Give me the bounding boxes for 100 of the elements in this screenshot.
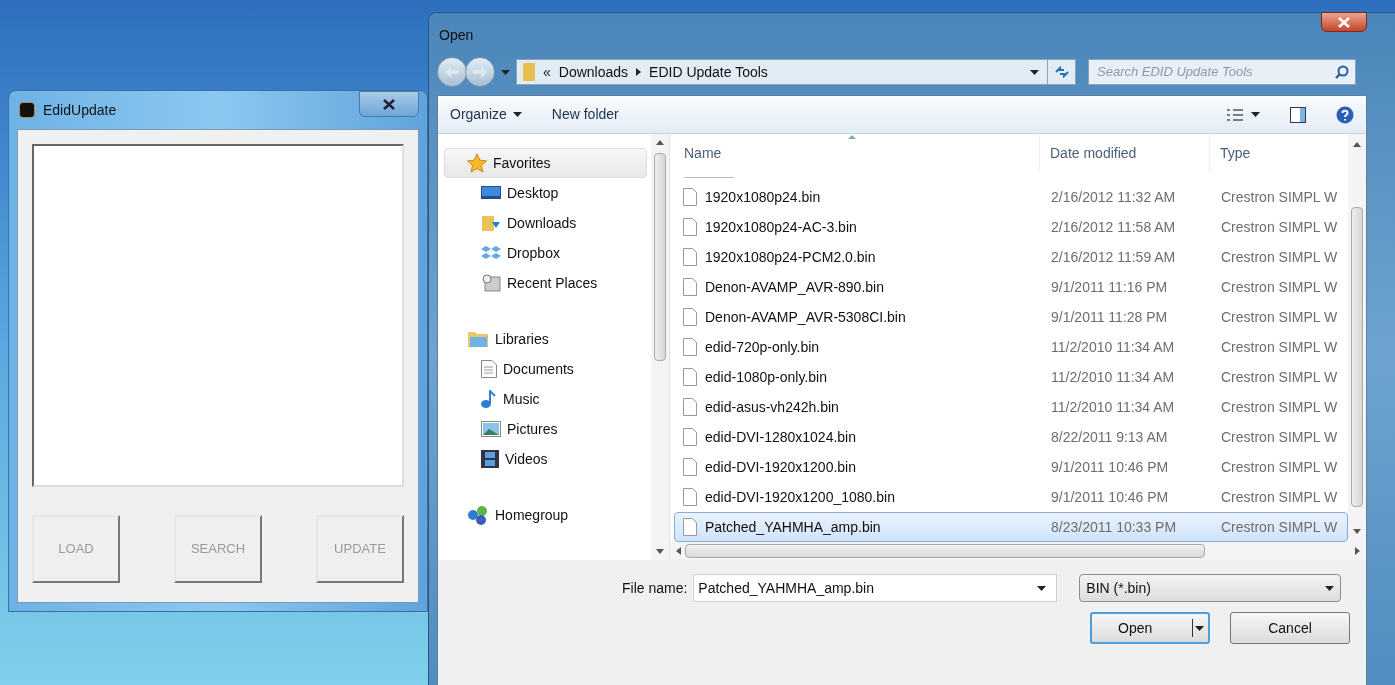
horizontal-scrollbar[interactable] <box>670 542 1366 560</box>
file-icon <box>683 368 697 386</box>
file-icon <box>683 308 697 326</box>
picture-icon <box>481 421 501 437</box>
caret-icon <box>1251 112 1260 117</box>
date-modified: 2/16/2012 11:59 AM <box>1050 247 1177 267</box>
sidebar-item[interactable]: Desktop <box>444 178 647 208</box>
forward-button[interactable] <box>465 57 495 87</box>
refresh-icon <box>1054 66 1069 78</box>
preview-pane-button[interactable] <box>1290 106 1306 123</box>
file-name-label: File name: <box>622 578 688 598</box>
document-icon <box>481 360 497 378</box>
scroll-left-icon[interactable] <box>676 547 681 555</box>
sidebar-item[interactable]: Libraries <box>444 324 647 354</box>
list-view-icon <box>1227 107 1243 122</box>
file-type: Crestron SIMPL W <box>1220 277 1338 297</box>
vertical-scrollbar[interactable] <box>1348 134 1366 542</box>
file-name: 1920x1080p24-PCM2.0.bin <box>705 247 876 267</box>
date-modified: 8/22/2011 9:13 AM <box>1050 427 1169 447</box>
sidebar-item[interactable]: Videos <box>444 444 647 474</box>
file-name: edid-asus-vh242h.bin <box>705 397 839 417</box>
column-header[interactable]: Type <box>1220 142 1251 164</box>
sidebar-item[interactable]: Recent Places <box>444 268 647 298</box>
file-type: Crestron SIMPL W <box>1220 247 1338 267</box>
file-name: edid-720p-only.bin <box>705 337 820 357</box>
file-row[interactable]: edid-1080p-only.bin 11/2/2010 11:34 AM Crestron SIMPL W <box>674 362 1348 392</box>
close-button[interactable] <box>1321 12 1367 32</box>
file-row[interactable]: 1920x1080p24-PCM2.0.bin 2/16/2012 11:59 AM Crestron SIMPL W <box>674 242 1348 272</box>
file-name: 1920x1080p24.bin <box>705 187 821 207</box>
file-row[interactable]: Denon-AVAMP_AVR-5308CI.bin 9/1/2011 11:28 PM Crestron SIMPL W <box>674 302 1348 332</box>
file-name: Denon-AVAMP_AVR-890.bin <box>705 277 884 297</box>
file-type: Crestron SIMPL W <box>1220 487 1338 507</box>
file-row[interactable]: edid-DVI-1920x1200_1080.bin 9/1/2011 10:46 PM Crestron SIMPL W <box>674 482 1348 512</box>
view-options-button[interactable] <box>1227 107 1260 122</box>
film-icon <box>481 450 499 468</box>
toolbar-button[interactable]: Organize <box>450 104 522 125</box>
file-icon <box>683 458 697 476</box>
network-icon <box>467 505 489 525</box>
date-modified: 9/1/2011 10:46 PM <box>1050 487 1170 507</box>
date-modified: 9/1/2011 11:16 PM <box>1050 277 1169 297</box>
scroll-up-icon[interactable] <box>1353 142 1361 147</box>
file-row[interactable]: Patched_YAHMHA_amp.bin 8/23/2011 10:33 PM Crestron SIMPL W <box>674 512 1348 542</box>
sidebar-item[interactable]: Downloads <box>444 208 647 238</box>
file-type: Crestron SIMPL W <box>1220 517 1338 537</box>
breadcrumb-overflow[interactable]: « <box>543 61 551 83</box>
file-row[interactable]: edid-asus-vh242h.bin 11/2/2010 11:34 AM Crestron SIMPL W <box>674 392 1348 422</box>
dialog-button[interactable]: Open <box>1090 612 1210 644</box>
help-button[interactable] <box>1336 105 1354 124</box>
column-header[interactable]: Date modified <box>1050 142 1137 164</box>
file-row[interactable]: edid-DVI-1280x1024.bin 8/22/2011 9:13 AM Crestron SIMPL W <box>674 422 1348 452</box>
file-name-field[interactable]: Patched_YAHMHA_amp.bin <box>693 574 1058 602</box>
close-button[interactable] <box>359 91 419 117</box>
file-type: Crestron SIMPL W <box>1220 457 1338 477</box>
scroll-down-icon[interactable] <box>656 549 664 554</box>
file-name-input[interactable]: Patched_YAHMHA_amp.bin <box>698 577 1038 599</box>
file-row[interactable]: 1920x1080p24-AC-3.bin 2/16/2012 11:58 AM Crestron SIMPL W <box>674 212 1348 242</box>
file-type: Crestron SIMPL W <box>1220 217 1338 237</box>
close-icon <box>1338 16 1350 28</box>
file-row[interactable]: edid-720p-only.bin 11/2/2010 11:34 AM Crestron SIMPL W <box>674 332 1348 362</box>
back-button[interactable] <box>437 57 467 87</box>
chevron-right-icon <box>636 68 642 76</box>
breadcrumb-item[interactable]: Downloads <box>558 61 629 83</box>
scroll-thumb[interactable] <box>1351 207 1363 507</box>
app-icon <box>19 102 35 118</box>
file-name: 1920x1080p24-AC-3.bin <box>705 217 857 237</box>
file-name: edid-DVI-1920x1200.bin <box>705 457 856 477</box>
folder-download-icon <box>481 214 501 232</box>
scroll-up-icon[interactable] <box>656 140 664 145</box>
sidebar-item[interactable]: Favorites <box>444 148 647 178</box>
date-modified: 11/2/2010 11:34 AM <box>1050 337 1176 357</box>
column-header[interactable]: Name <box>684 142 722 164</box>
address-caret-icon <box>1030 69 1039 75</box>
file-row[interactable]: edid-DVI-1920x1200.bin 9/1/2011 10:46 PM Crestron SIMPL W <box>674 452 1348 482</box>
date-modified: 2/16/2012 11:58 AM <box>1050 217 1177 237</box>
sidebar-item[interactable]: Dropbox <box>444 238 647 268</box>
sidebar-item[interactable]: Music <box>444 384 647 414</box>
file-row[interactable]: Denon-AVAMP_AVR-890.bin 9/1/2011 11:16 PM Crestron SIMPL W <box>674 272 1348 302</box>
sidebar-item[interactable]: Pictures <box>444 414 647 444</box>
file-icon <box>683 398 697 416</box>
scroll-thumb[interactable] <box>654 153 666 361</box>
file-type: Crestron SIMPL W <box>1220 427 1338 447</box>
sidebar-item[interactable]: Documents <box>444 354 647 384</box>
dialog-button[interactable]: Cancel <box>1230 612 1350 644</box>
scroll-right-icon[interactable] <box>1355 547 1360 555</box>
caret-icon <box>1325 585 1335 591</box>
date-modified: 11/2/2010 11:34 AM <box>1050 397 1176 417</box>
toolbar-button[interactable]: New folder <box>551 104 619 125</box>
vertical-scrollbar[interactable] <box>651 134 669 560</box>
scroll-thumb[interactable] <box>685 544 1205 558</box>
file-type-dropdown[interactable]: BIN (*.bin) <box>1079 574 1342 602</box>
arrow-right-icon <box>473 66 487 78</box>
breadcrumb-item[interactable]: EDID Update Tools <box>649 61 768 83</box>
address-bar[interactable]: « Downloads EDID Update Tools <box>516 59 1076 85</box>
file-icon <box>683 428 697 446</box>
search-input[interactable]: Search EDID Update Tools <box>1097 62 1335 82</box>
file-row[interactable]: 1920x1080p24.bin 2/16/2012 11:32 AM Crestron SIMPL W <box>674 182 1348 212</box>
scroll-down-icon[interactable] <box>1353 529 1361 534</box>
search-field[interactable]: Search EDID Update Tools <box>1088 59 1356 85</box>
sidebar-item[interactable]: Homegroup <box>444 500 647 530</box>
close-icon <box>383 98 395 110</box>
